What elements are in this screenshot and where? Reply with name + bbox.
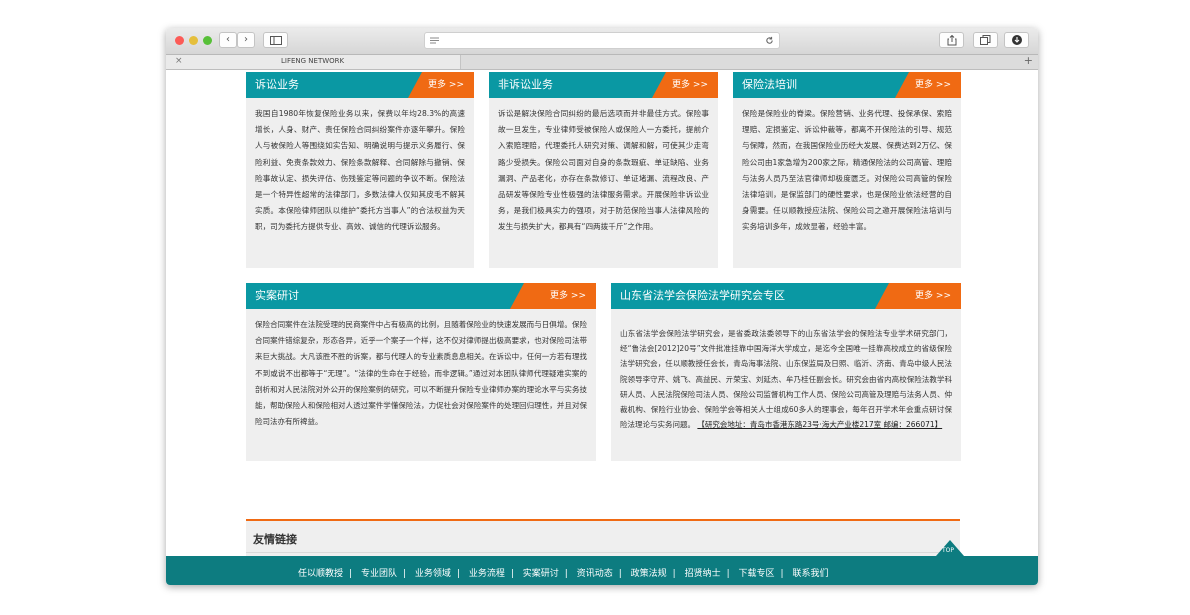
institute-description: 山东省法学会保险法学研究会，是省委政法委领导下的山东省法学会的保险法专业学术研究… [620, 329, 952, 430]
footer-link-practice-areas[interactable]: 业务领域 [415, 569, 451, 579]
tabs-overview-button[interactable] [973, 32, 998, 48]
card-text: 诉讼是解决保险合同纠纷的最后选项而并非最佳方式。保险事故一旦发生，专业律师受被保… [498, 109, 709, 232]
more-link[interactable]: 更多 >> [895, 72, 961, 98]
share-button[interactable] [939, 32, 964, 48]
card-title: 实案研讨 [255, 289, 299, 302]
chevron-right-icon: › [244, 34, 248, 45]
card-litigation: 诉讼业务 更多 >> 我国自1980年恢复保险业务以来，保费以年均28.3%的高… [246, 72, 474, 268]
chevron-left-icon: ‹ [226, 34, 230, 45]
footer-separator: | [672, 569, 676, 579]
card-insurance-training: 保险法培训 更多 >> 保险是保险业的脊梁。保险营销、业务代理、投保承保、索赔理… [733, 72, 961, 268]
forward-button[interactable]: › [237, 32, 255, 48]
address-bar[interactable] [424, 32, 780, 49]
card-header: 实案研讨 更多 >> [246, 283, 596, 309]
new-tab-button[interactable]: + [1024, 54, 1033, 67]
card-header: 保险法培训 更多 >> [733, 72, 961, 98]
card-text: 我国自1980年恢复保险业务以来，保费以年均28.3%的高速增长，人身、财产、责… [255, 109, 465, 232]
footer-separator: | [618, 569, 622, 579]
reload-icon[interactable] [765, 36, 774, 45]
footer-link-team[interactable]: 专业团队 [361, 569, 397, 579]
card-title: 山东省法学会保险法学研究会专区 [620, 289, 785, 302]
card-case-study: 实案研讨 更多 >> 保险合同案件在法院受理的民商案件中占有极高的比例，且随着保… [246, 283, 596, 461]
card-header: 诉讼业务 更多 >> [246, 72, 474, 98]
footer: 任以顺教授 | 专业团队 | 业务领域 | 业务流程 | 实案研讨 | 资讯动态 | 政策法… [166, 556, 1038, 585]
share-icon [947, 34, 956, 46]
footer-link-contact[interactable]: 联系我们 [792, 569, 828, 579]
minimize-window-button[interactable] [189, 36, 198, 45]
tab-bar: × LIFENG NETWORK + [166, 54, 1038, 70]
footer-separator: | [510, 569, 514, 579]
footer-separator: | [726, 569, 730, 579]
footer-link-regulations[interactable]: 政策法规 [631, 569, 667, 579]
tabs-icon [980, 35, 991, 45]
tab-close-icon[interactable]: × [175, 56, 183, 66]
zoom-window-button[interactable] [203, 36, 212, 45]
tab-active[interactable]: × LIFENG NETWORK [166, 55, 461, 69]
close-window-button[interactable] [175, 36, 184, 45]
card-shandong-institute: 山东省法学会保险法学研究会专区 更多 >> 山东省法学会保险法学研究会，是省委政… [611, 283, 961, 461]
card-text: 山东省法学会保险法学研究会，是省委政法委领导下的山东省法学会的保险法专业学术研究… [620, 326, 952, 432]
footer-link-professor[interactable]: 任以顺教授 [298, 569, 343, 579]
back-to-top-button[interactable]: TOP [936, 540, 964, 556]
footer-link-news[interactable]: 资讯动态 [577, 569, 613, 579]
page-content: 诉讼业务 更多 >> 我国自1980年恢复保险业务以来，保费以年均28.3%的高… [166, 70, 1038, 585]
footer-link-process[interactable]: 业务流程 [469, 569, 505, 579]
footer-link-careers[interactable]: 招贤纳士 [685, 569, 721, 579]
footer-separator: | [780, 569, 784, 579]
tab-title: LIFENG NETWORK [281, 57, 345, 65]
card-title: 非诉讼业务 [498, 78, 553, 91]
more-link[interactable]: 更多 >> [510, 283, 596, 309]
sidebar-button[interactable] [263, 32, 288, 48]
downloads-button[interactable] [1004, 32, 1029, 48]
card-text: 保险合同案件在法院受理的民商案件中占有极高的比例，且随着保险业的快速发展而与日俱… [255, 320, 587, 427]
footer-link-case-study[interactable]: 实案研讨 [523, 569, 559, 579]
browser-window: ‹ › × LIFENG NETWORK + 诉讼业务 更多 >> 我国自198… [166, 28, 1038, 585]
card-header: 非诉讼业务 更多 >> [489, 72, 718, 98]
footer-link-downloads[interactable]: 下载专区 [739, 569, 775, 579]
browser-toolbar: ‹ › [166, 28, 1038, 55]
footer-separator: | [456, 569, 460, 579]
back-to-top-label: TOP [942, 547, 955, 554]
more-link[interactable]: 更多 >> [875, 283, 961, 309]
download-icon [1011, 35, 1022, 45]
footer-separator: | [564, 569, 568, 579]
reader-icon [430, 37, 439, 44]
card-title: 保险法培训 [742, 78, 797, 91]
footer-separator: | [349, 569, 353, 579]
card-text: 保险是保险业的脊梁。保险营销、业务代理、投保承保、索赔理赔、定损鉴定、诉讼仲裁等… [742, 109, 952, 232]
back-button[interactable]: ‹ [219, 32, 237, 48]
friend-links-divider [246, 552, 960, 553]
card-header: 山东省法学会保险法学研究会专区 更多 >> [611, 283, 961, 309]
footer-separator: | [402, 569, 406, 579]
footer-nav: 任以顺教授 | 专业团队 | 业务领域 | 业务流程 | 实案研讨 | 资讯动态 | 政策法… [298, 566, 834, 579]
more-link[interactable]: 更多 >> [408, 72, 474, 98]
sidebar-icon [269, 36, 282, 45]
friend-links-title: 友情链接 [253, 533, 297, 546]
more-link[interactable]: 更多 >> [652, 72, 718, 98]
card-title: 诉讼业务 [255, 78, 299, 91]
institute-address-link[interactable]: 【研究会地址：青岛市香港东路23号·海大产业楼217室 邮编：266071】 [697, 420, 942, 429]
card-non-litigation: 非诉讼业务 更多 >> 诉讼是解决保险合同纠纷的最后选项而并非最佳方式。保险事故… [489, 72, 718, 268]
